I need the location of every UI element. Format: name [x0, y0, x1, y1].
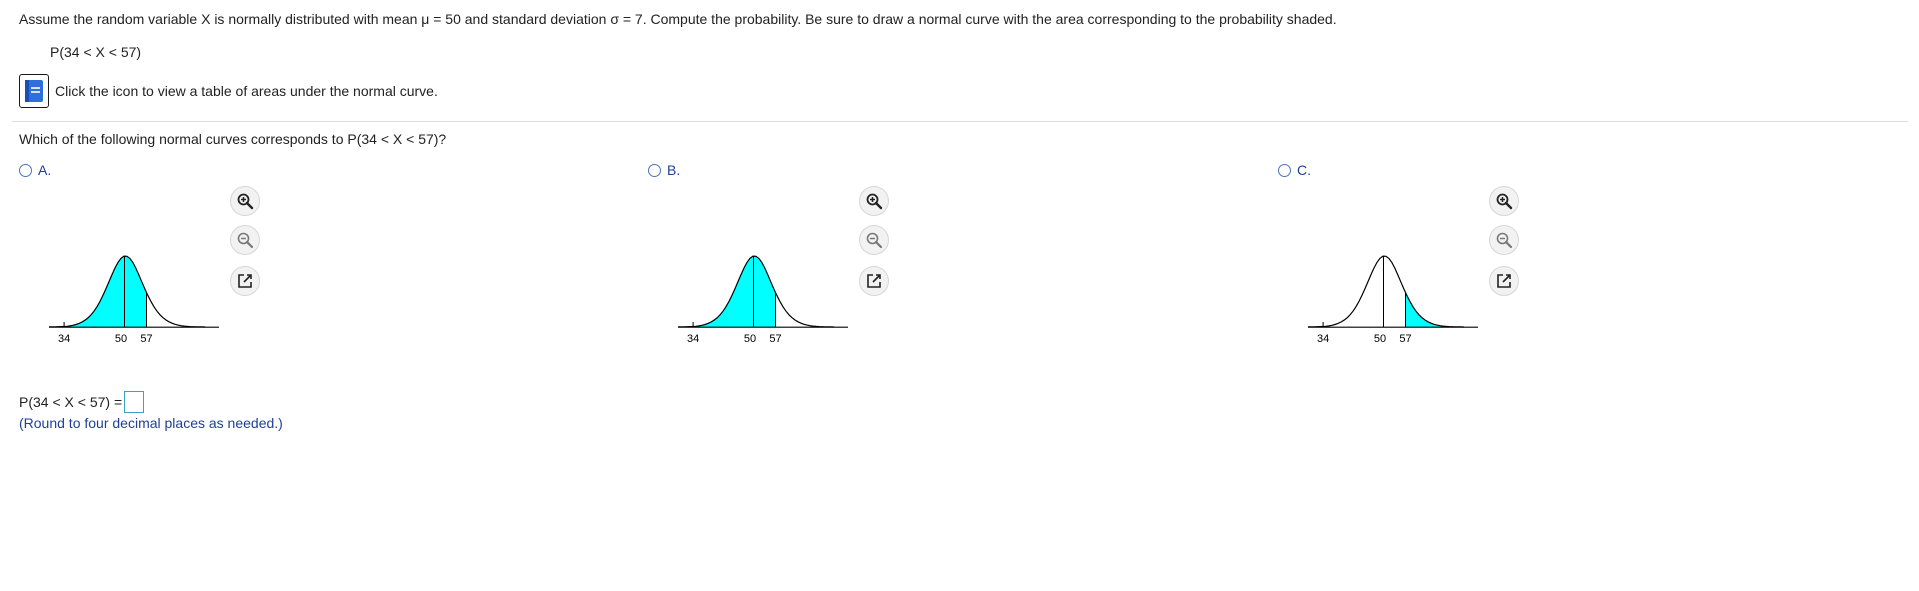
info-text: Click the icon to view a table of areas …	[55, 83, 438, 99]
option-b-tick-50: 50	[744, 333, 756, 345]
option-a-radio-label[interactable]: A.	[19, 162, 579, 178]
subquestion-text: Which of the following normal curves cor…	[19, 131, 447, 147]
rounding-hint: (Round to four decimal places as needed.…	[19, 415, 283, 431]
option-a-chart: 34 50 57	[49, 255, 219, 345]
zoom-out-icon	[866, 232, 883, 249]
answer-line: P(34 < X < 57) =	[19, 391, 145, 413]
option-b-tick-34: 34	[687, 333, 699, 345]
option-c-shaded-right	[1405, 292, 1464, 328]
option-a-tick-34: 34	[58, 333, 70, 345]
option-b-tick-57: 57	[769, 333, 781, 345]
option-b-zoom-in-button[interactable]	[859, 186, 889, 216]
divider	[12, 121, 1908, 122]
option-b-chart: 34 50 57	[678, 255, 848, 345]
option-c-radio-label[interactable]: C.	[1278, 162, 1838, 178]
option-a-tick-50: 50	[115, 333, 127, 345]
option-b-label: B.	[667, 162, 681, 178]
option-c-chart: 34 50 57	[1308, 255, 1478, 345]
option-a-zoom-out-button[interactable]	[230, 225, 260, 255]
table-book-icon[interactable]	[19, 74, 49, 108]
info-row: Click the icon to view a table of areas …	[19, 74, 438, 108]
probability-expression: P(34 < X < 57)	[50, 44, 142, 60]
option-b-zoom-out-button[interactable]	[859, 225, 889, 255]
option-b: B. 34 50 57	[648, 162, 1208, 362]
option-c-tick-50: 50	[1374, 333, 1386, 345]
option-c: C. 34 50 57	[1278, 162, 1838, 362]
option-a-shaded-area	[64, 256, 147, 328]
zoom-out-icon	[237, 232, 254, 249]
option-c-open-window-button[interactable]	[1489, 266, 1519, 296]
option-a-open-window-button[interactable]	[230, 266, 260, 296]
open-new-window-icon	[238, 274, 252, 288]
option-c-tick-34: 34	[1317, 333, 1329, 345]
option-c-curve	[1308, 255, 1465, 328]
open-new-window-icon	[1497, 274, 1511, 288]
option-a-zoom-in-button[interactable]	[230, 186, 260, 216]
answer-label: P(34 < X < 57) =	[19, 394, 123, 410]
option-c-zoom-in-button[interactable]	[1489, 186, 1519, 216]
option-a-label: A.	[38, 162, 52, 178]
option-c-label: C.	[1297, 162, 1311, 178]
zoom-out-icon	[1496, 232, 1513, 249]
option-c-tick-57: 57	[1399, 333, 1411, 345]
option-c-zoom-out-button[interactable]	[1489, 225, 1519, 255]
zoom-in-icon	[1496, 193, 1513, 210]
option-b-shaded-area	[678, 256, 776, 328]
zoom-in-icon	[866, 193, 883, 210]
option-b-radio-label[interactable]: B.	[648, 162, 1208, 178]
option-a-tick-57: 57	[140, 333, 152, 345]
option-a: A. 34 50 57	[19, 162, 579, 362]
option-b-open-window-button[interactable]	[859, 266, 889, 296]
question-text: Assume the random variable X is normally…	[19, 11, 1337, 27]
open-new-window-icon	[867, 274, 881, 288]
option-b-radio[interactable]	[648, 163, 661, 177]
option-a-radio[interactable]	[19, 163, 32, 177]
option-c-radio[interactable]	[1278, 163, 1291, 177]
zoom-in-icon	[237, 193, 254, 210]
answer-input[interactable]	[124, 391, 145, 413]
